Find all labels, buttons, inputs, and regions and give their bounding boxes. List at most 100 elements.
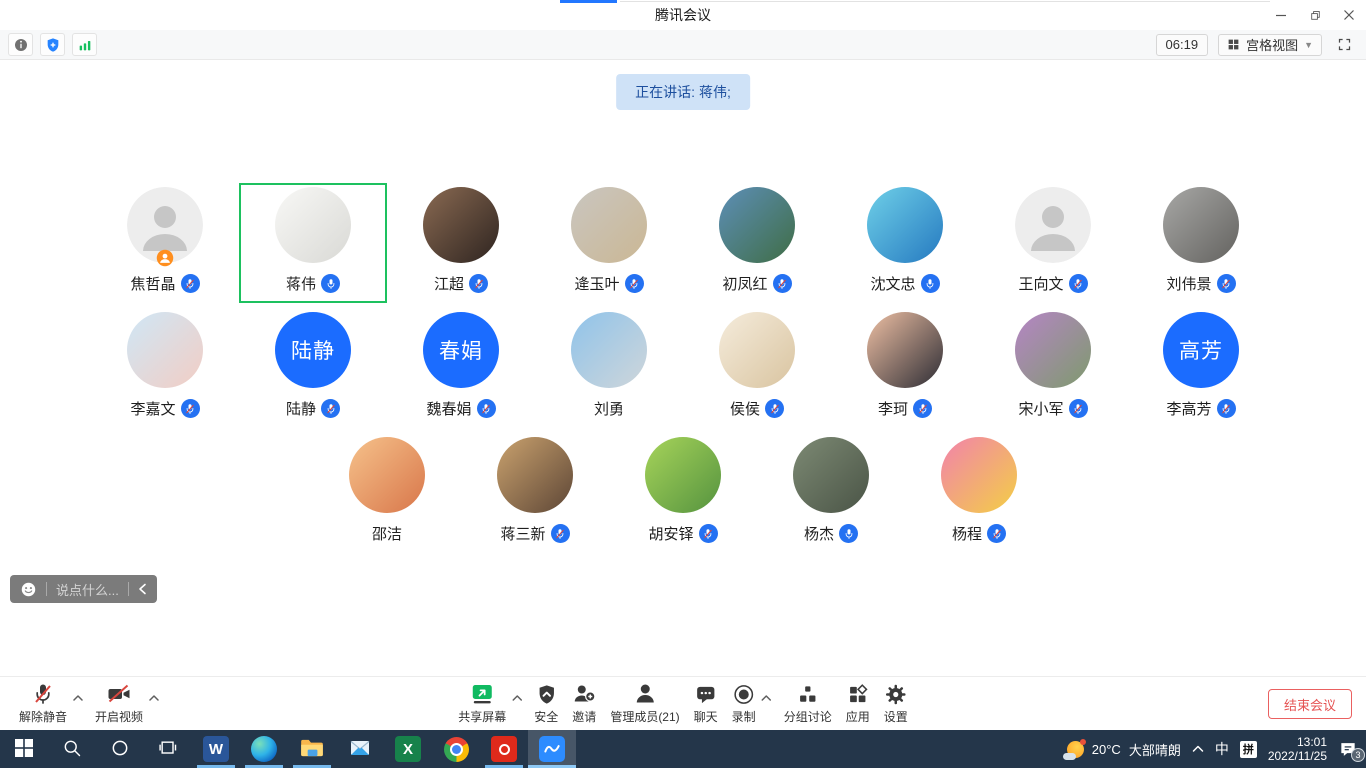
participant-tile[interactable]: 李珂 (831, 308, 979, 428)
participant-name: 刘勇 (594, 398, 624, 419)
participant-row: 邵洁蒋三新 胡安铎 杨杰 杨程 (91, 433, 1275, 553)
ime-language-indicator[interactable]: 中 (1215, 739, 1229, 759)
participant-tile[interactable]: 江超 (387, 183, 535, 303)
chat-input[interactable]: 说点什么... (56, 580, 119, 599)
toolbar-members-button[interactable]: 管理成员(21) (603, 682, 686, 725)
clock-time: 13:01 (1268, 735, 1327, 749)
chat-quick-bar: 说点什么... (10, 575, 157, 603)
network-status-button[interactable] (72, 33, 97, 56)
chevron-up-icon[interactable] (70, 686, 86, 710)
person-placeholder-icon (1015, 187, 1091, 263)
toolbar-settings-button[interactable]: 设置 (877, 682, 915, 725)
taskbar-app-cortana[interactable] (96, 730, 144, 768)
participant-avatar (497, 437, 573, 513)
participant-tile[interactable]: 李嘉文 (91, 308, 239, 428)
avatar-wrap (349, 437, 425, 513)
toolbar-label: 邀请 (572, 708, 596, 725)
toolbar-unmute-button[interactable]: 解除静音 (12, 682, 74, 725)
taskbar-app-acrobat[interactable] (480, 730, 528, 768)
divider (128, 582, 129, 596)
participant-tile[interactable]: 王向文 (979, 183, 1127, 303)
taskbar-app-mail[interactable] (336, 730, 384, 768)
toolbar-apps-button[interactable]: 应用 (839, 682, 877, 725)
taskbar-app-start[interactable] (0, 730, 48, 768)
action-center-button[interactable]: 3 (1338, 739, 1358, 759)
avatar-wrap (1163, 187, 1239, 263)
window-title: 腾讯会议 (0, 0, 1366, 30)
participant-tile[interactable]: 蒋伟 (239, 183, 387, 303)
taskbar-clock[interactable]: 13:01 2022/11/25 (1268, 735, 1327, 763)
toolbar-invite-button[interactable]: 邀请 (565, 682, 603, 725)
taskbar-app-search[interactable] (48, 730, 96, 768)
speaking-banner: 正在讲话: 蒋伟; (616, 74, 750, 110)
participant-tile[interactable]: 刘勇 (535, 308, 683, 428)
participant-label: 杨程 (952, 523, 1006, 544)
windows-start-icon (15, 739, 33, 760)
mic-muted-icon (551, 524, 570, 543)
participant-tile[interactable]: 杨程 (905, 433, 1053, 553)
weather-widget[interactable]: 20°C 大部晴朗 (1067, 740, 1181, 759)
toolbar-share-button[interactable]: 共享屏幕 (451, 682, 513, 725)
toolbar-label: 安全 (534, 708, 558, 725)
participant-tile[interactable]: 逄玉叶 (535, 183, 683, 303)
toolbar-security-button[interactable]: 安全 (527, 682, 565, 725)
toolbar-chat-button[interactable]: 聊天 (687, 682, 725, 725)
apps-icon (846, 682, 869, 706)
collapse-chat-button[interactable] (138, 583, 147, 595)
taskbar-app-excel[interactable]: X (384, 730, 432, 768)
shield-plus-icon (45, 37, 61, 53)
participant-tile[interactable]: 春娟魏春娟 (387, 308, 535, 428)
participant-tile[interactable]: 蒋三新 (461, 433, 609, 553)
participant-tile[interactable]: 沈文忠 (831, 183, 979, 303)
end-meeting-button[interactable]: 结束会议 (1268, 689, 1352, 719)
fullscreen-button[interactable] (1332, 34, 1356, 56)
layout-view-button[interactable]: 宫格视图 ▼ (1218, 34, 1322, 56)
participant-avatar (571, 312, 647, 388)
restore-button[interactable] (1298, 0, 1332, 30)
taskbar-app-taskview[interactable] (144, 730, 192, 768)
meeting-infobar: 06:19 宫格视图 ▼ (0, 30, 1366, 60)
meeting-info-button[interactable] (8, 33, 33, 56)
participant-row: 李嘉文 陆静陆静 春娟魏春娟 刘勇 侯侯 李珂 宋小军 高芳李高芳 (91, 308, 1275, 428)
security-status-button[interactable] (40, 33, 65, 56)
role-badge-icon (156, 249, 174, 267)
participant-tile[interactable]: 侯侯 (683, 308, 831, 428)
ime-mode-indicator[interactable]: 拼 (1240, 741, 1257, 758)
emoji-button[interactable] (20, 581, 37, 598)
chevron-up-icon (1192, 745, 1204, 753)
participant-tile[interactable]: 邵洁 (313, 433, 461, 553)
minimize-button[interactable] (1264, 0, 1298, 30)
mic-muted-icon (1069, 399, 1088, 418)
participant-tile[interactable]: 胡安铎 (609, 433, 757, 553)
participant-tile[interactable]: 焦哲晶 (91, 183, 239, 303)
mic-muted-icon (913, 399, 932, 418)
participant-label: 杨杰 (804, 523, 858, 544)
avatar-wrap: 春娟 (423, 312, 499, 388)
tray-overflow-button[interactable] (1192, 745, 1204, 753)
search-icon (62, 738, 82, 761)
chevron-up-icon[interactable] (509, 686, 525, 710)
toolbar-label: 聊天 (694, 708, 718, 725)
participant-tile[interactable]: 宋小军 (979, 308, 1127, 428)
participant-tile[interactable]: 杨杰 (757, 433, 905, 553)
taskbar-app-edge[interactable] (240, 730, 288, 768)
word-icon: W (203, 736, 229, 762)
shield-icon (535, 682, 558, 706)
chevron-up-icon[interactable] (759, 686, 775, 710)
taskbar-app-word[interactable]: W (192, 730, 240, 768)
toolbar-video-button[interactable]: 开启视频 (88, 682, 150, 725)
participant-tile[interactable]: 高芳李高芳 (1127, 308, 1275, 428)
participant-tile[interactable]: 刘伟景 (1127, 183, 1275, 303)
toolbar-breakout-button[interactable]: 分组讨论 (777, 682, 839, 725)
close-button[interactable] (1332, 0, 1366, 30)
taskbar-app-explorer[interactable] (288, 730, 336, 768)
gear-icon (884, 682, 907, 706)
participant-name: 沈文忠 (870, 273, 915, 294)
chevron-up-icon[interactable] (146, 686, 162, 710)
participant-tile[interactable]: 陆静陆静 (239, 308, 387, 428)
taskbar-app-meeting[interactable] (528, 730, 576, 768)
participant-avatar (349, 437, 425, 513)
taskbar-app-chrome[interactable] (432, 730, 480, 768)
participant-tile[interactable]: 初凤红 (683, 183, 831, 303)
toolbar-record-button[interactable]: 录制 (725, 682, 763, 725)
